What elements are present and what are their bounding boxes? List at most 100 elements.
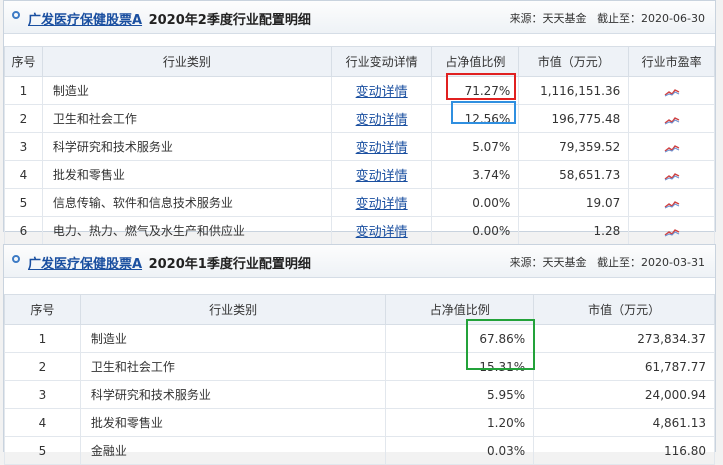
col-header-no: 序号 xyxy=(4,294,81,325)
panel-title: 广发医疗保健股票A 2020年2季度行业配置明细 xyxy=(28,9,311,28)
row-value: 19.07 xyxy=(518,188,630,217)
change-detail-link[interactable]: 变动详情 xyxy=(356,85,408,100)
fund-name-link[interactable]: 广发医疗保健股票A xyxy=(28,13,142,28)
source-info: 来源：天天基金 截止至：2020-03-31 xyxy=(510,254,705,270)
col-header-detail: 行业变动详情 xyxy=(330,46,433,77)
row-pe-cell xyxy=(628,132,715,161)
row-pe-cell xyxy=(628,216,715,245)
col-header-value: 市值（万元） xyxy=(533,294,715,325)
table-row: 4 批发和零售业 1.20% 4,861.13 xyxy=(4,408,715,437)
row-detail-cell: 变动详情 xyxy=(330,76,433,105)
row-pe-cell xyxy=(628,160,715,189)
table-row: 6 电力、热力、燃气及水生产和供应业 变动详情 0.00% 1.28 xyxy=(4,216,715,245)
col-header-ratio: 占净值比例 xyxy=(431,46,520,77)
table-header-row: 序号 行业类别 占净值比例 市值（万元） xyxy=(4,294,715,325)
period-title: 2020年2季度行业配置明细 xyxy=(148,13,311,28)
col-header-value: 市值（万元） xyxy=(518,46,630,77)
row-detail-cell: 变动详情 xyxy=(330,132,433,161)
row-value: 273,834.37 xyxy=(533,324,715,353)
industry-allocation-panel-q1: 广发医疗保健股票A 2020年1季度行业配置明细 来源：天天基金 截止至：202… xyxy=(3,244,716,465)
row-ratio: 0.00% xyxy=(431,188,520,217)
highlight-box-red xyxy=(446,73,516,100)
cutoff-date: 截止至：2020-06-30 xyxy=(597,12,705,25)
row-no: 1 xyxy=(4,324,81,353)
row-value: 4,861.13 xyxy=(533,408,715,437)
row-industry: 制造业 xyxy=(79,324,387,353)
row-no: 4 xyxy=(4,160,43,189)
row-industry: 制造业 xyxy=(41,76,332,105)
highlight-box-blue xyxy=(451,101,516,124)
change-detail-link[interactable]: 变动详情 xyxy=(356,113,408,128)
source-info: 来源：天天基金 截止至：2020-06-30 xyxy=(510,10,705,26)
mini-trend-chart-icon[interactable] xyxy=(664,142,680,153)
row-no: 5 xyxy=(4,188,43,217)
table-row: 2 卫生和社会工作 15.31% 61,787.77 xyxy=(4,352,715,381)
row-detail-cell: 变动详情 xyxy=(330,216,433,245)
col-header-industry: 行业类别 xyxy=(41,46,332,77)
table-row: 1 制造业 67.86% 273,834.37 xyxy=(4,324,715,353)
row-value: 196,775.48 xyxy=(518,104,630,133)
row-no: 1 xyxy=(4,76,43,105)
row-no: 3 xyxy=(4,132,43,161)
row-ratio: 3.74% xyxy=(431,160,520,189)
row-detail-cell: 变动详情 xyxy=(330,160,433,189)
table-row: 3 科学研究和技术服务业 变动详情 5.07% 79,359.52 xyxy=(4,132,715,161)
allocation-table: 序号 行业类别 行业变动详情 占净值比例 市值（万元） 行业市盈率 1 制造业变动… xyxy=(4,46,715,245)
period-title: 2020年1季度行业配置明细 xyxy=(148,257,311,272)
change-detail-link[interactable]: 变动详情 xyxy=(356,225,408,240)
row-value: 116.80 xyxy=(533,436,715,465)
row-detail-cell: 变动详情 xyxy=(330,104,433,133)
table-row: 3 科学研究和技术服务业 5.95% 24,000.94 xyxy=(4,380,715,409)
row-industry: 电力、热力、燃气及水生产和供应业 xyxy=(41,216,332,245)
mini-trend-chart-icon[interactable] xyxy=(664,86,680,97)
mini-trend-chart-icon[interactable] xyxy=(664,170,680,181)
industry-allocation-panel-q2: 广发医疗保健股票A 2020年2季度行业配置明细 来源：天天基金 截止至：202… xyxy=(3,0,716,245)
row-industry: 科学研究和技术服务业 xyxy=(41,132,332,161)
col-header-industry: 行业类别 xyxy=(79,294,387,325)
row-value: 79,359.52 xyxy=(518,132,630,161)
allocation-table: 序号 行业类别 占净值比例 市值（万元） 1 制造业 67.86% 273,834.3… xyxy=(4,294,715,465)
mini-trend-chart-icon[interactable] xyxy=(664,198,680,209)
row-industry: 科学研究和技术服务业 xyxy=(79,380,387,409)
fund-name-link[interactable]: 广发医疗保健股票A xyxy=(28,257,142,272)
row-value: 1,116,151.36 xyxy=(518,76,630,105)
table-row: 5 信息传输、软件和信息技术服务业 变动详情 0.00% 19.07 xyxy=(4,188,715,217)
col-header-pe: 行业市盈率 xyxy=(628,46,715,77)
mini-trend-chart-icon[interactable] xyxy=(664,226,680,237)
row-ratio: 5.07% xyxy=(431,132,520,161)
row-no: 6 xyxy=(4,216,43,245)
row-industry: 金融业 xyxy=(79,436,387,465)
row-value: 24,000.94 xyxy=(533,380,715,409)
row-industry: 信息传输、软件和信息技术服务业 xyxy=(41,188,332,217)
table-row: 5 金融业 0.03% 116.80 xyxy=(4,436,715,465)
circle-bullet-icon xyxy=(12,11,20,19)
panel-header: 广发医疗保健股票A 2020年2季度行业配置明细 来源：天天基金 截止至：202… xyxy=(4,1,715,34)
cutoff-date: 截止至：2020-03-31 xyxy=(597,256,705,269)
row-no: 4 xyxy=(4,408,81,437)
row-ratio: 0.03% xyxy=(385,436,535,465)
mini-trend-chart-icon[interactable] xyxy=(664,114,680,125)
change-detail-link[interactable]: 变动详情 xyxy=(356,197,408,212)
row-industry: 批发和零售业 xyxy=(41,160,332,189)
highlight-box-green xyxy=(466,319,535,370)
source-label: 来源：天天基金 xyxy=(509,12,587,25)
row-pe-cell xyxy=(628,104,715,133)
table-row: 1 制造业 变动详情 71.27% 1,116,151.36 xyxy=(4,76,715,105)
row-industry: 卫生和社会工作 xyxy=(79,352,387,381)
row-detail-cell: 变动详情 xyxy=(330,188,433,217)
col-header-no: 序号 xyxy=(4,46,43,77)
circle-bullet-icon xyxy=(12,255,20,263)
row-no: 2 xyxy=(4,352,81,381)
change-detail-link[interactable]: 变动详情 xyxy=(356,141,408,156)
panel-header: 广发医疗保健股票A 2020年1季度行业配置明细 来源：天天基金 截止至：202… xyxy=(4,245,715,278)
change-detail-link[interactable]: 变动详情 xyxy=(356,169,408,184)
row-pe-cell xyxy=(628,188,715,217)
row-industry: 批发和零售业 xyxy=(79,408,387,437)
panel-title: 广发医疗保健股票A 2020年1季度行业配置明细 xyxy=(28,253,311,272)
table-row: 4 批发和零售业 变动详情 3.74% 58,651.73 xyxy=(4,160,715,189)
row-industry: 卫生和社会工作 xyxy=(41,104,332,133)
source-label: 来源：天天基金 xyxy=(509,256,587,269)
table-row: 2 卫生和社会工作 变动详情 12.56% 196,775.48 xyxy=(4,104,715,133)
row-no: 2 xyxy=(4,104,43,133)
row-ratio: 0.00% xyxy=(431,216,520,245)
